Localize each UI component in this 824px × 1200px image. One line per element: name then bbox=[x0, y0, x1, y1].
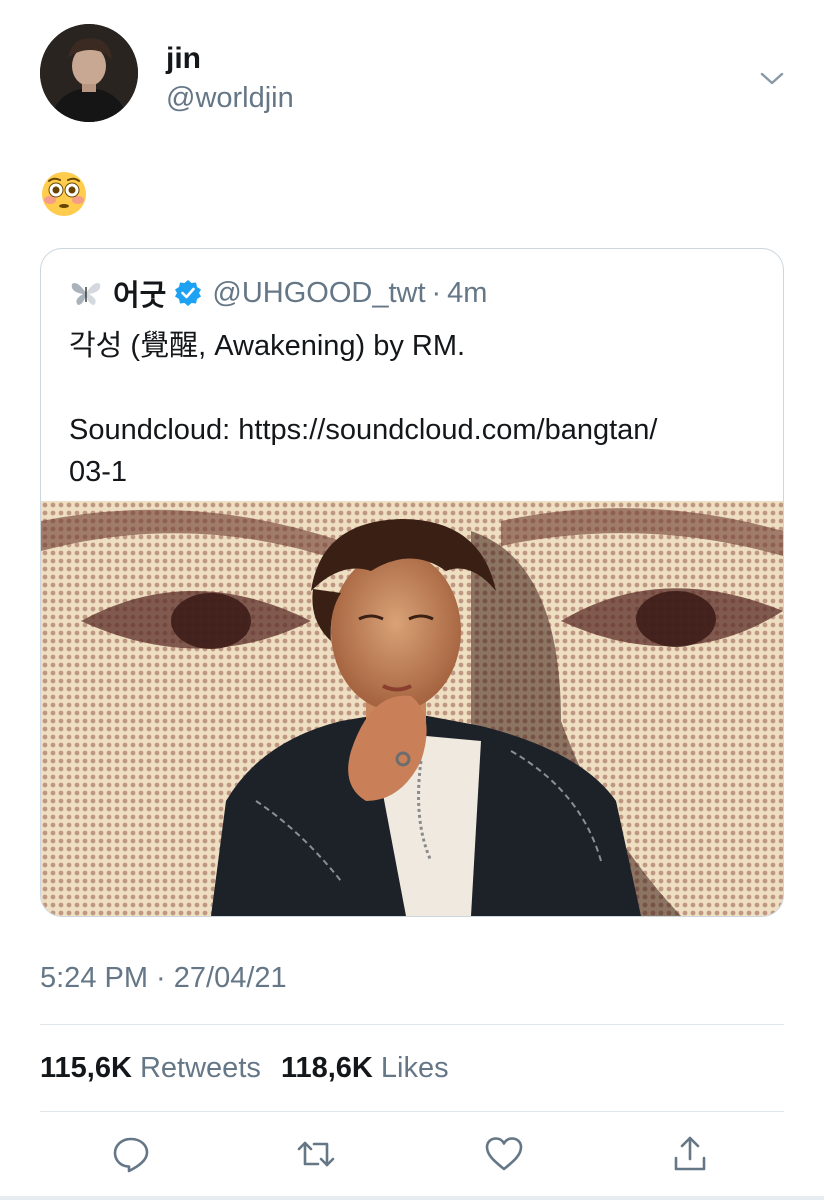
retweet-button[interactable] bbox=[296, 1134, 340, 1178]
more-options-button[interactable] bbox=[757, 66, 787, 90]
tweet-emoji: 😳 bbox=[40, 170, 88, 218]
quoted-text-link[interactable]: Soundcloud: https://soundcloud.com/bangt… bbox=[69, 409, 759, 451]
retweet-icon bbox=[297, 1141, 335, 1167]
heart-icon bbox=[485, 1137, 523, 1171]
reply-icon bbox=[113, 1137, 149, 1173]
quoted-text-link-continued[interactable]: 03-1 bbox=[69, 451, 759, 493]
author-handle[interactable]: @worldjin bbox=[166, 82, 294, 115]
reply-button[interactable] bbox=[111, 1134, 155, 1178]
author-avatar[interactable] bbox=[40, 24, 138, 122]
likes-count[interactable]: 118,6K bbox=[281, 1052, 373, 1084]
share-icon bbox=[674, 1136, 706, 1171]
quoted-author-name: 어굿 bbox=[113, 280, 167, 312]
quoted-time: 4m bbox=[447, 276, 488, 309]
tweet-stats: 115,6K Retweets 118,6K Likes bbox=[40, 1052, 461, 1085]
divider bbox=[40, 1024, 784, 1025]
tweet-timestamp[interactable]: 5:24 PM · 27/04/21 bbox=[40, 962, 287, 995]
retweets-label[interactable]: Retweets bbox=[140, 1052, 261, 1084]
avatar-image bbox=[40, 24, 138, 122]
retweets-count[interactable]: 115,6K bbox=[40, 1052, 132, 1084]
quoted-tweet-text: 각성 (覺醒, Awakening) by RM. Soundcloud: ht… bbox=[69, 325, 759, 493]
quoted-tweet-header: 어굿 @UHGOOD_twt · 4m bbox=[69, 275, 488, 312]
share-button[interactable] bbox=[670, 1134, 714, 1178]
quoted-tweet-card[interactable]: 어굿 @UHGOOD_twt · 4m 각성 (覺醒, Awakening) b… bbox=[40, 248, 784, 917]
tweet-action-bar bbox=[0, 1134, 824, 1178]
author-name[interactable]: jin bbox=[166, 42, 201, 76]
quoted-tweet-image[interactable] bbox=[41, 501, 783, 916]
butterfly-avatar-icon bbox=[71, 283, 101, 305]
quoted-text-line: 각성 (覺醒, Awakening) by RM. bbox=[69, 330, 466, 362]
divider bbox=[40, 1111, 784, 1112]
bottom-divider bbox=[0, 1196, 824, 1200]
quoted-author-handle: @UHGOOD_twt bbox=[212, 276, 426, 309]
flushed-face-icon bbox=[42, 172, 86, 216]
photo-image bbox=[41, 501, 783, 916]
likes-label[interactable]: Likes bbox=[381, 1052, 449, 1084]
quoted-separator: · bbox=[431, 276, 442, 309]
chevron-down-icon bbox=[760, 72, 784, 85]
verified-badge-icon bbox=[175, 280, 202, 306]
like-button[interactable] bbox=[484, 1134, 528, 1178]
